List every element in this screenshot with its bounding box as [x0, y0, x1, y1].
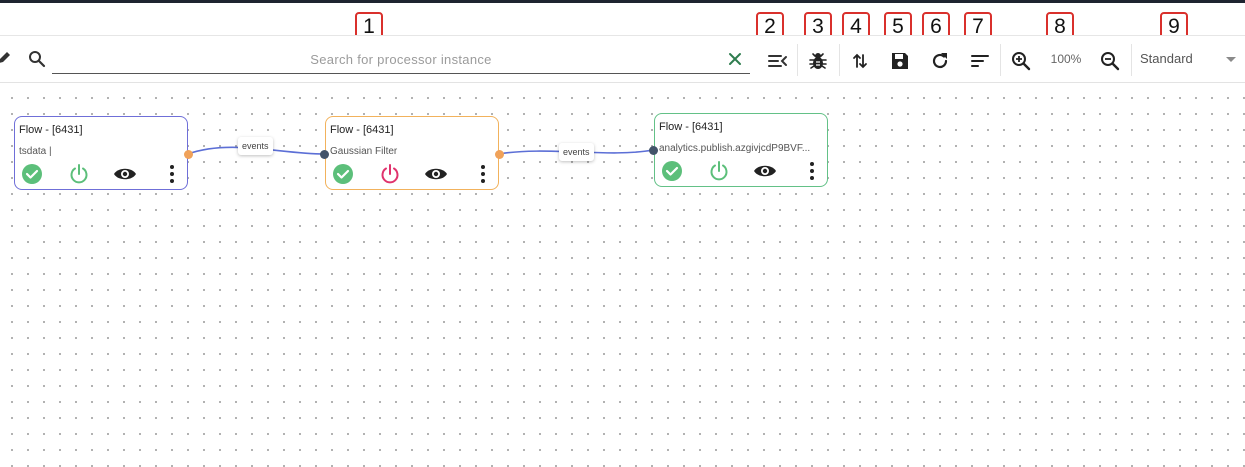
power-icon[interactable] — [378, 162, 402, 186]
refresh-icon[interactable] — [927, 48, 953, 74]
flow-node-analytics-publish[interactable]: Flow - [6431] analytics.publish.azgivjcd… — [649, 113, 828, 187]
chevron-down-icon — [1226, 57, 1236, 62]
search-input[interactable] — [52, 46, 750, 74]
node-subtitle: tsdata | — [19, 146, 52, 157]
more-vert-icon[interactable] — [471, 162, 495, 186]
zoom-level: 100% — [1050, 52, 1082, 66]
eye-icon[interactable] — [113, 162, 137, 186]
sort-icon[interactable] — [967, 48, 993, 74]
node-subtitle: Gaussian Filter — [330, 146, 398, 157]
node-title: Flow - [6431] — [659, 121, 723, 133]
close-icon[interactable] — [725, 49, 745, 69]
pencil-icon[interactable] — [0, 50, 12, 64]
check-circle-icon[interactable] — [20, 162, 44, 186]
collapse-list-icon[interactable] — [764, 48, 790, 74]
output-port[interactable] — [184, 150, 193, 159]
search-icon — [28, 50, 46, 68]
mode-select[interactable]: Standard — [1132, 45, 1242, 73]
eye-icon[interactable] — [424, 162, 448, 186]
window-top-strip — [0, 0, 1245, 3]
flow-canvas[interactable]: events events Flow - [6431] tsdata | Flo… — [0, 84, 1245, 467]
toolbar: 100% Standard — [0, 35, 1245, 83]
zoom-in-icon[interactable] — [1008, 48, 1034, 74]
toolbar-divider — [839, 44, 840, 76]
input-port[interactable] — [649, 146, 658, 155]
flow-node-tsdata[interactable]: Flow - [6431] tsdata | — [14, 116, 193, 190]
node-title: Flow - [6431] — [330, 124, 394, 136]
sort-arrows-icon[interactable] — [847, 48, 873, 74]
node-subtitle: analytics.publish.azgivjcdP9BVF... — [659, 143, 811, 154]
flow-node-gaussian-filter[interactable]: Flow - [6431] Gaussian Filter — [320, 116, 504, 190]
zoom-out-icon[interactable] — [1097, 48, 1123, 74]
check-circle-icon[interactable] — [331, 162, 355, 186]
mode-select-value: Standard — [1140, 51, 1193, 66]
toolbar-divider — [797, 44, 798, 76]
edge-label[interactable]: events — [238, 137, 273, 155]
power-icon[interactable] — [67, 162, 91, 186]
save-icon[interactable] — [887, 48, 913, 74]
node-title: Flow - [6431] — [19, 124, 83, 136]
bug-icon[interactable] — [805, 48, 831, 74]
check-circle-icon[interactable] — [660, 159, 684, 183]
output-port[interactable] — [495, 150, 504, 159]
edge-label[interactable]: events — [559, 143, 594, 161]
eye-icon[interactable] — [753, 159, 777, 183]
more-vert-icon[interactable] — [800, 159, 824, 183]
toolbar-divider — [1000, 44, 1001, 76]
more-vert-icon[interactable] — [160, 162, 184, 186]
power-icon[interactable] — [707, 159, 731, 183]
input-port[interactable] — [320, 150, 329, 159]
